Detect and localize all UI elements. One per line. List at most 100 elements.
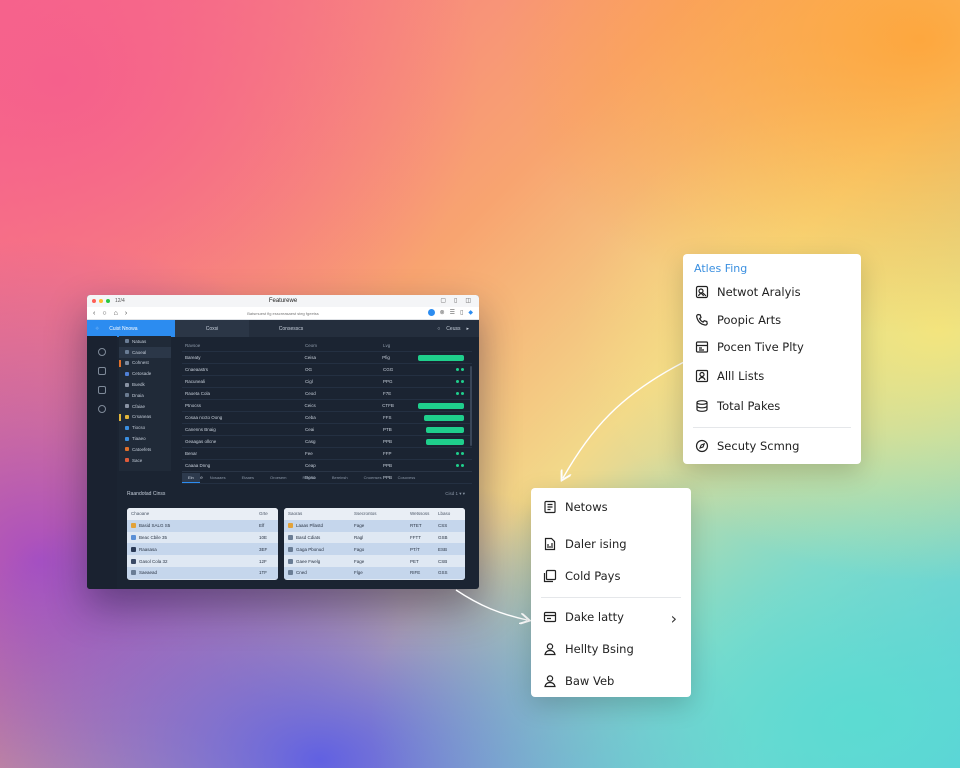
- menu-item[interactable]: Daler ising: [543, 534, 627, 554]
- sidebar-item[interactable]: Catoefets: [119, 444, 171, 455]
- table-row[interactable]: Laaas Pllastd Fage RTET CSS: [284, 519, 465, 532]
- table-row[interactable]: Cned Flge RIFE GSS: [284, 566, 465, 579]
- sidebar-item[interactable]: Caoeal: [119, 346, 171, 358]
- table-row[interactable]: Geaagas ollcne Casg PPB: [182, 436, 472, 448]
- bookmark-icon[interactable]: ▯: [460, 309, 463, 316]
- table-row[interactable]: Benar Fee FFP: [182, 448, 472, 460]
- table-row[interactable]: Racuneali Cigl PPG: [182, 376, 472, 388]
- tab-third[interactable]: Consesscs: [249, 320, 333, 337]
- tab-second[interactable]: Coxsi: [175, 320, 249, 337]
- apps-icon: ⁘: [95, 325, 100, 332]
- bottom-tab[interactable]: Etaaes: [236, 473, 260, 482]
- sidebar-item[interactable]: Tiaaeo: [119, 433, 171, 444]
- table-row[interactable]: Gaee Fwelg Fage PET CSB: [284, 555, 465, 567]
- menu-item[interactable]: Dake latty: [543, 607, 624, 627]
- bottom-tab[interactable]: Ragcsc: [296, 473, 321, 482]
- menu-item[interactable]: Cold Pays: [543, 566, 620, 586]
- sidebar-item[interactable]: Tiocso: [119, 422, 171, 433]
- sidebar-item[interactable]: Cfaiae: [119, 401, 171, 412]
- layers-icon[interactable]: [98, 386, 106, 394]
- extensions-icon[interactable]: ⊗: [440, 309, 445, 316]
- bottom-tab[interactable]: Nosaaes: [204, 473, 232, 482]
- menu-item[interactable]: Hellty Bsing: [543, 639, 634, 659]
- scrollbar[interactable]: [470, 366, 472, 446]
- bottom-tab[interactable]: Cosovess: [392, 473, 422, 482]
- column-header[interactable]: Ceom: [305, 343, 383, 348]
- sidebar-item-label: Tiaaeo: [132, 436, 146, 442]
- bottom-tab[interactable]: Cnoenses: [358, 473, 388, 482]
- database-icon[interactable]: [98, 367, 106, 375]
- table-cell: FFS: [383, 415, 392, 420]
- table-row[interactable]: Beac Cbile 35 10E: [127, 532, 278, 544]
- menu-icon[interactable]: ☰: [450, 309, 455, 316]
- menu-item-label: Cold Pays: [565, 569, 621, 583]
- menu-item[interactable]: Total Pakes: [695, 396, 780, 416]
- table-row[interactable]: Cosaa nccto Oong Ceba FFS: [182, 412, 472, 424]
- database-icon: [695, 399, 709, 413]
- bottom-tab[interactable]: Bereinsh: [326, 473, 354, 482]
- column-header[interactable]: Grte: [259, 511, 268, 516]
- table-cell: Gaee Fwelg: [296, 558, 321, 564]
- table-row[interactable]: Basid SALG S5 Elf: [127, 519, 278, 532]
- sidebar-item[interactable]: Sace: [119, 455, 171, 466]
- column-header[interactable]: Lbaso: [438, 511, 458, 516]
- table-row[interactable]: Bareaty Ceisa Pfig: [182, 352, 472, 364]
- status-cell: [419, 368, 472, 371]
- sidebar-icon[interactable]: ◫: [465, 297, 471, 304]
- bottom-tab[interactable]: Eln: [182, 472, 200, 483]
- table-cell: 1TF: [259, 570, 268, 576]
- menu-item[interactable]: Poopic Arts: [695, 310, 781, 330]
- square-icon[interactable]: ▢: [440, 297, 446, 304]
- status-bar: [418, 354, 464, 361]
- menu-item[interactable]: Pocen Tive Plty: [695, 337, 804, 357]
- lower-section-filter[interactable]: Cisd 1 ▾ ▾: [445, 491, 465, 497]
- table-row[interactable]: Basd Cdiats Ragl FFTT GSB: [284, 532, 465, 544]
- column-header[interactable]: Wetssoss: [410, 511, 438, 516]
- file-icon: [131, 558, 136, 564]
- table-row[interactable]: Gaga Pbonud Fago PT/T ESB: [284, 543, 465, 556]
- column-header[interactable]: Ravsoe: [182, 343, 305, 348]
- profile-icon[interactable]: [427, 309, 435, 316]
- copy-icon: [543, 569, 557, 583]
- bottom-tab[interactable]: Oroesem: [264, 473, 292, 482]
- shield-icon[interactable]: ◆: [468, 309, 473, 316]
- sidebar-item[interactable]: Natuas: [119, 336, 171, 347]
- folder-icon: [125, 414, 129, 419]
- sidebar-item[interactable]: Cohnest: [119, 358, 171, 369]
- menu-item[interactable]: Baw Veb: [543, 671, 614, 691]
- sidebar-item[interactable]: Dnaia: [119, 390, 171, 401]
- search-icon[interactable]: [98, 348, 106, 356]
- table-row[interactable]: Cnaeaastrs OG CGG: [182, 364, 472, 376]
- table-cell: Canenns Bnaig: [185, 427, 216, 432]
- table-row[interactable]: Raasasa 3EF: [127, 543, 278, 556]
- sidebar-item[interactable]: Crsaneas: [119, 412, 171, 423]
- menu-item[interactable]: Netows: [543, 497, 608, 517]
- table-cell: Casg: [305, 439, 316, 444]
- settings-icon[interactable]: [98, 405, 106, 413]
- status-bar: [426, 426, 464, 433]
- table-cell: Ptnocss: [185, 403, 202, 408]
- table-row[interactable]: Raoeta Cola Ceod F7E: [182, 388, 472, 400]
- table-row[interactable]: Canenns Bnaig Ceai PTB: [182, 424, 472, 436]
- sidebar-item[interactable]: Cetosade: [119, 368, 171, 379]
- tab-right-control[interactable]: ○ Ceuss ▸: [437, 320, 479, 337]
- table-row[interactable]: Gasol Cola 32 12F: [127, 555, 278, 567]
- column-header[interactable]: Saoras: [288, 511, 354, 516]
- menu-item-label: Pocen Tive Plty: [717, 340, 804, 354]
- table-cell: Ceap: [305, 463, 316, 468]
- table-cell: Geaagas ollcne: [185, 439, 217, 444]
- column-header[interactable]: Ssecrontos: [354, 511, 410, 516]
- menu-item[interactable]: Alll Lists: [695, 366, 764, 386]
- table-row[interactable]: Saeaead 1TF: [127, 566, 278, 579]
- sidebar-item[interactable]: Buedk: [119, 379, 171, 390]
- menu-item[interactable]: Netwot Aralyis: [695, 282, 801, 302]
- menu-item[interactable]: Secuty Scmng: [695, 436, 799, 456]
- status-dot: [461, 380, 464, 383]
- table-row[interactable]: Ptnocss Ceics CTFB: [182, 400, 472, 412]
- url-field[interactable]: Batsmuest fig esscreasaest steg fgeetss: [87, 311, 479, 316]
- tab-main[interactable]: ⁘ Cuist Nnowa: [87, 320, 175, 337]
- sidebar-item-label: Cetosade: [132, 371, 152, 377]
- copy-icon[interactable]: ▯: [454, 297, 457, 304]
- column-header[interactable]: Lvg: [383, 343, 419, 348]
- column-header[interactable]: Chaoane: [131, 511, 259, 516]
